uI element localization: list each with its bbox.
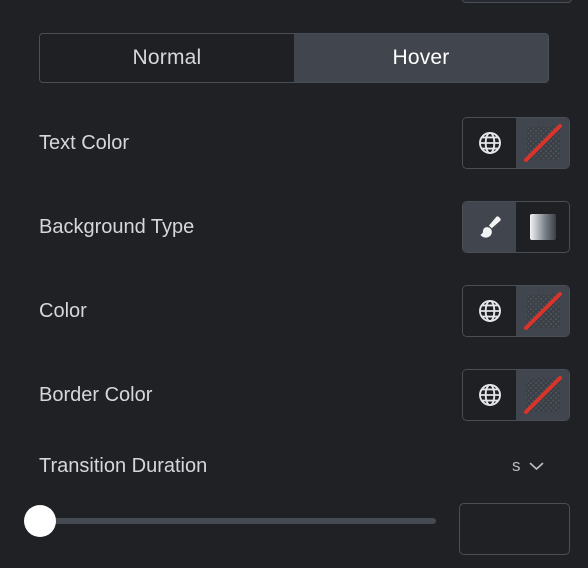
row-color: Color [0, 285, 588, 337]
slider-handle[interactable] [24, 505, 56, 537]
text-color-control [462, 117, 570, 169]
color-swatch-button-color[interactable] [516, 286, 569, 336]
chevron-down-icon [529, 462, 543, 470]
gradient-icon [529, 214, 556, 240]
background-type-control [462, 201, 570, 253]
state-tabs: Normal Hover [39, 33, 549, 83]
transition-duration-unit-select[interactable]: s [512, 456, 544, 476]
background-type-gradient-button[interactable] [516, 202, 569, 252]
slider-track[interactable] [40, 518, 436, 524]
transition-duration-input[interactable] [459, 503, 570, 555]
no-color-slash-icon [523, 124, 562, 162]
color-swatch-text-color [523, 124, 562, 162]
global-colors-button-border-color[interactable] [463, 370, 516, 420]
color-swatch-button-text-color[interactable] [516, 118, 569, 168]
color-swatch-button-border-color[interactable] [516, 370, 569, 420]
border-color-label: Border Color [39, 383, 153, 406]
partially-visible-control-above [462, 0, 572, 3]
color-swatch-color [523, 292, 562, 330]
text-color-label: Text Color [39, 131, 130, 154]
tab-normal[interactable]: Normal [40, 34, 294, 82]
color-control [462, 285, 570, 337]
transition-duration-label: Transition Duration [39, 454, 208, 477]
row-border-color: Border Color [0, 369, 588, 421]
row-background-type: Background Type [0, 201, 588, 253]
global-colors-button-text-color[interactable] [463, 118, 516, 168]
global-colors-button-color[interactable] [463, 286, 516, 336]
no-color-slash-icon [523, 292, 562, 330]
transition-duration-unit-label: s [512, 456, 521, 475]
border-color-control [462, 369, 570, 421]
tab-normal-label: Normal [132, 46, 202, 69]
background-type-classic-button[interactable] [463, 202, 516, 252]
transition-duration-slider[interactable] [22, 505, 436, 537]
tab-hover-label: Hover [392, 46, 450, 69]
background-type-label: Background Type [39, 215, 195, 238]
settings-panel: Normal Hover Text Color Background Type … [0, 0, 588, 568]
tab-hover[interactable]: Hover [294, 34, 548, 82]
no-color-slash-icon [523, 376, 562, 414]
color-label: Color [39, 299, 87, 322]
row-transition-duration: Transition Duration s [0, 440, 588, 492]
row-text-color: Text Color [0, 117, 588, 169]
color-swatch-border-color [523, 376, 562, 414]
brush-icon [480, 216, 501, 238]
